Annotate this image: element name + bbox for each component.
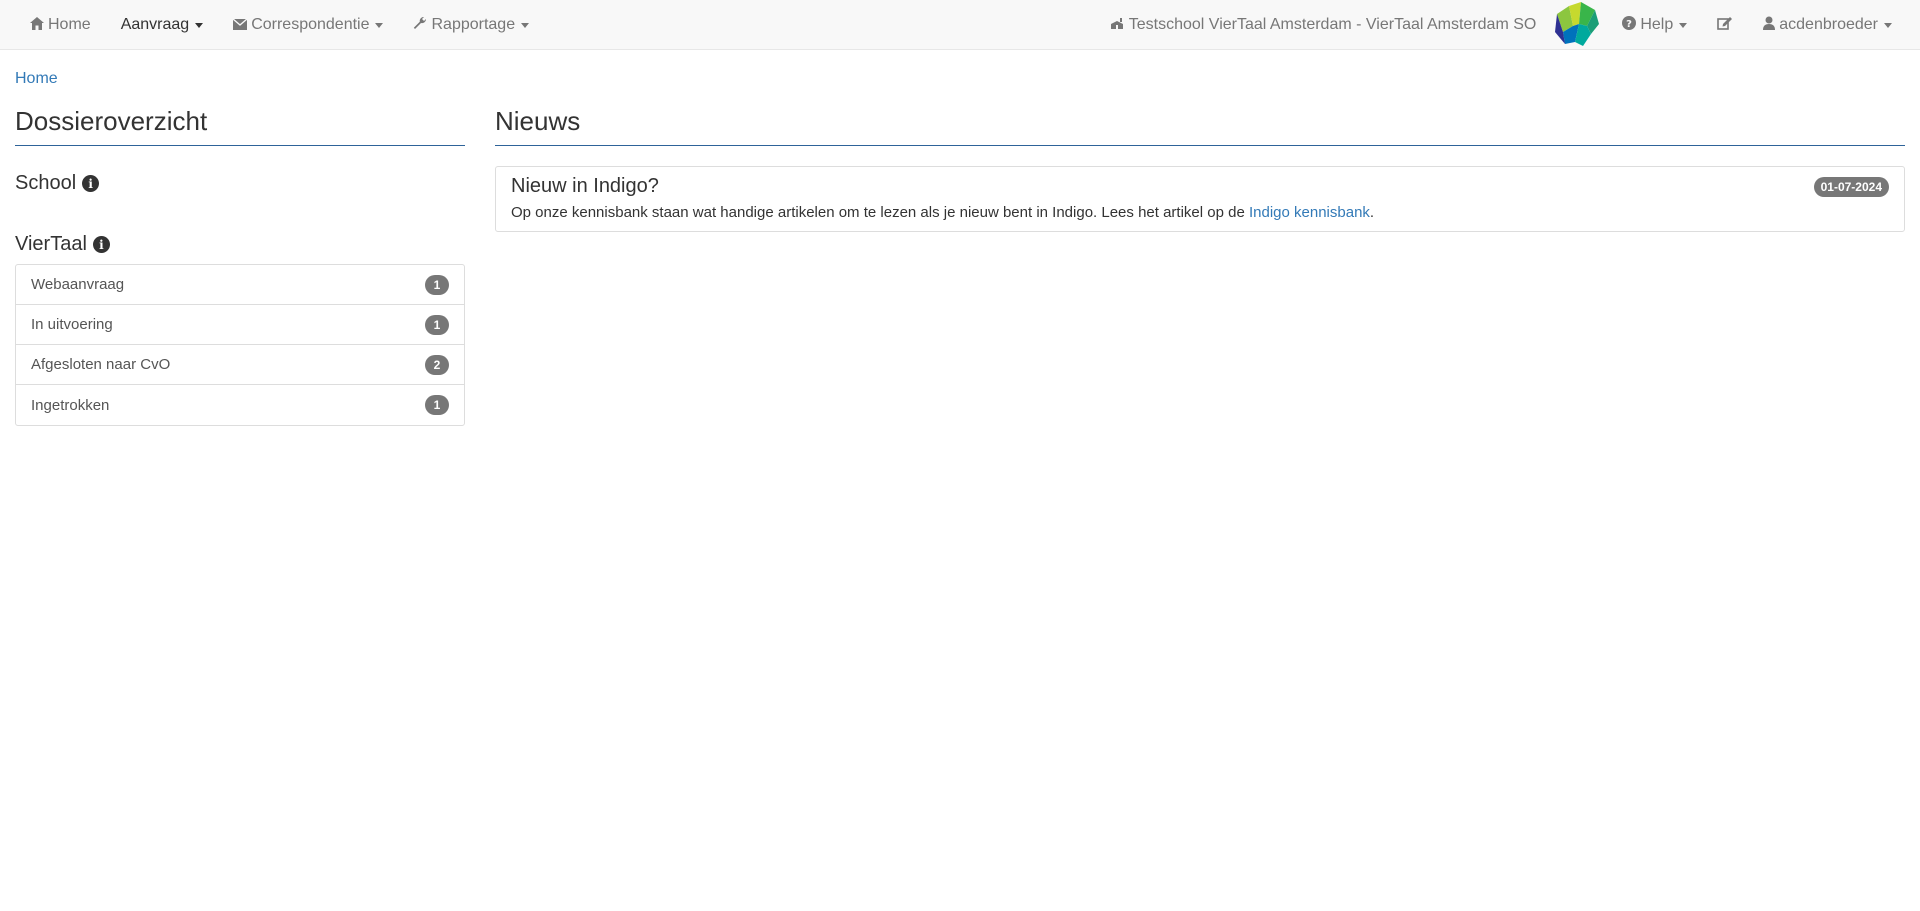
indigo-logo: [1555, 2, 1600, 46]
nav-help-dropdown[interactable]: ? Help: [1607, 0, 1702, 50]
nav-user-label: acdenbroeder: [1779, 16, 1878, 33]
list-item-label: Ingetrokken: [31, 396, 110, 414]
breadcrumb-home[interactable]: Home: [15, 70, 58, 88]
school-heading: School i: [15, 172, 465, 195]
nav-school-selector[interactable]: Testschool VierTaal Amsterdam - VierTaal…: [1095, 0, 1552, 50]
kennisbank-link[interactable]: Indigo kennisbank: [1249, 204, 1370, 221]
news-date-badge: 01-07-2024: [1813, 177, 1889, 197]
viertaal-heading: VierTaal i: [15, 233, 465, 256]
nav-rapportage-label: Rapportage: [431, 16, 516, 33]
nav-home[interactable]: Home: [15, 0, 106, 50]
top-navbar: Home Aanvraag Correspondentie Rapportage: [0, 0, 1920, 50]
nav-user-dropdown[interactable]: acdenbroeder: [1748, 0, 1907, 50]
caret-down-icon: [375, 22, 384, 28]
news-column: Nieuws Nieuw in Indigo? 01-07-2024 Op on…: [495, 106, 1905, 232]
home-icon: [30, 16, 44, 34]
nav-right: Testschool VierTaal Amsterdam - VierTaal…: [1095, 0, 1907, 50]
news-item: Nieuw in Indigo? 01-07-2024 Op onze kenn…: [495, 166, 1905, 232]
count-badge: 1: [425, 314, 449, 335]
nav-correspondentie-label: Correspondentie: [251, 16, 370, 33]
nav-aanvraag-label: Aanvraag: [120, 16, 190, 33]
news-item-body: Op onze kennisbank staan wat handige art…: [511, 204, 1889, 221]
dossier-status-list: Webaanvraag 1 In uitvoering 1 Afgesloten…: [15, 264, 465, 426]
svg-text:?: ?: [1626, 19, 1632, 30]
news-item-text: Op onze kennisbank staan wat handige art…: [511, 204, 1249, 221]
caret-down-icon: [521, 22, 530, 28]
news-heading: Nieuws: [495, 106, 1905, 146]
school-heading-label: School: [15, 172, 77, 194]
school-icon: [1110, 17, 1125, 34]
viertaal-heading-label: VierTaal: [15, 233, 87, 255]
nav-correspondentie-dropdown[interactable]: Correspondentie: [218, 0, 398, 50]
caret-down-icon: [1884, 22, 1892, 28]
list-item-webaanvraag[interactable]: Webaanvraag 1: [16, 265, 464, 305]
user-icon: [1763, 16, 1776, 34]
list-item-label: Afgesloten naar CvO: [31, 356, 171, 373]
caret-down-icon: [1679, 22, 1688, 28]
count-badge: 2: [425, 354, 449, 375]
count-badge: 1: [425, 395, 449, 415]
list-item-label: In uitvoering: [31, 316, 113, 333]
count-badge: 1: [425, 274, 449, 295]
nav-aanvraag-dropdown[interactable]: Aanvraag: [106, 0, 219, 50]
dossier-title: Dossieroverzicht: [15, 106, 465, 146]
envelope-icon: [232, 17, 248, 34]
list-item-in-uitvoering[interactable]: In uitvoering 1: [16, 305, 464, 345]
dossier-column: Dossieroverzicht School i VierTaal i Web…: [15, 106, 465, 426]
caret-down-icon: [195, 22, 204, 28]
question-circle-icon: ?: [1622, 16, 1637, 34]
info-icon[interactable]: i: [92, 236, 110, 253]
nav-rapportage-dropdown[interactable]: Rapportage: [398, 0, 544, 50]
edit-icon: [1717, 16, 1733, 34]
news-item-title: Nieuw in Indigo?: [511, 175, 659, 197]
list-item-afgesloten-naar-cvo[interactable]: Afgesloten naar CvO 2: [16, 345, 464, 385]
nav-left: Home Aanvraag Correspondentie Rapportage: [15, 0, 544, 50]
nav-home-label: Home: [48, 16, 91, 33]
info-icon[interactable]: i: [82, 175, 100, 192]
nav-school-name: Testschool VierTaal Amsterdam - VierTaal…: [1128, 16, 1537, 33]
list-item-label: Webaanvraag: [31, 276, 125, 293]
nav-help-label: Help: [1640, 16, 1674, 33]
nav-edit-button[interactable]: [1702, 0, 1748, 50]
list-item-ingetrokken[interactable]: Ingetrokken 1: [16, 385, 464, 425]
news-item-text-end: .: [1369, 204, 1375, 221]
wrench-icon: [413, 16, 427, 34]
